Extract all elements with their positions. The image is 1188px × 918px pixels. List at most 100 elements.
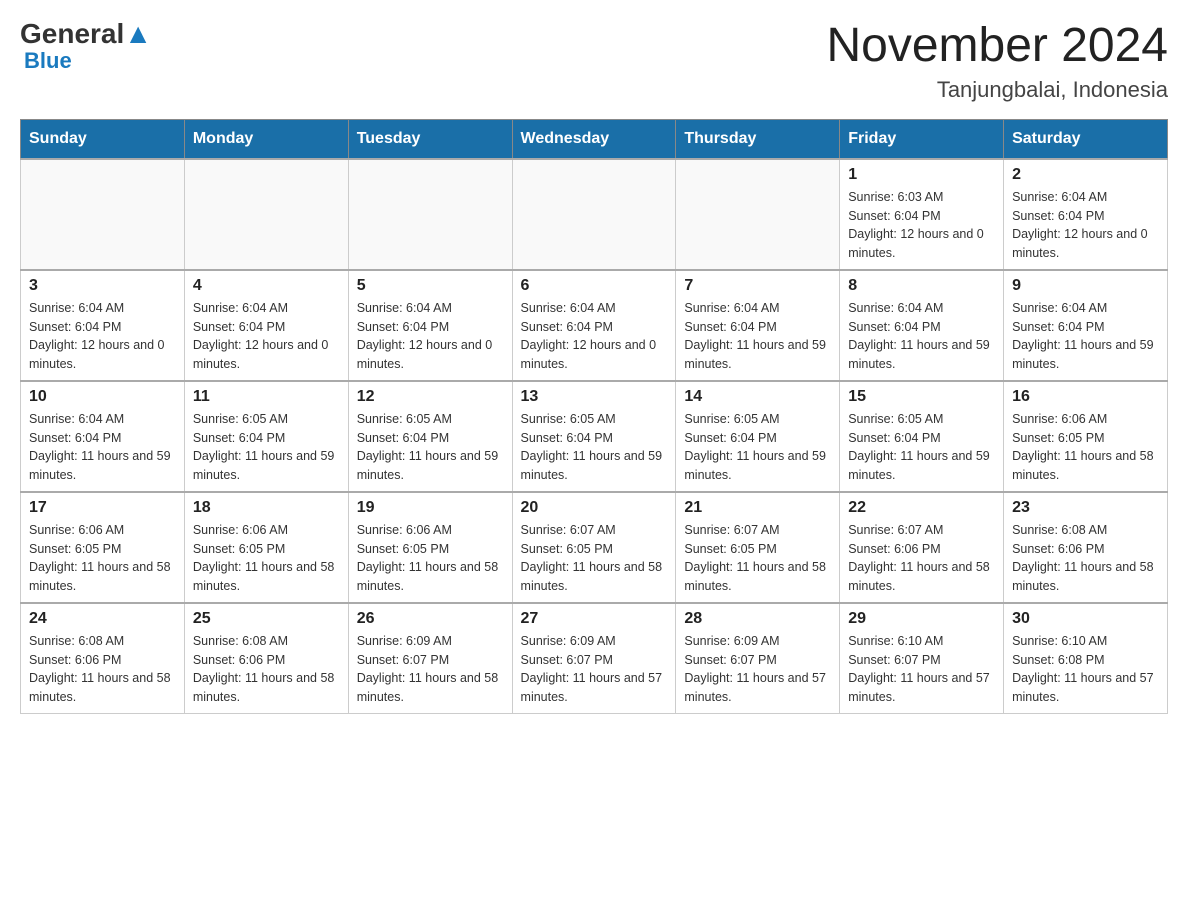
day-number: 30 <box>1012 610 1159 628</box>
calendar-cell <box>676 159 840 270</box>
weekday-header-saturday: Saturday <box>1004 119 1168 159</box>
calendar-cell: 24 Sunrise: 6:08 AMSunset: 6:06 PMDayligh… <box>21 603 185 714</box>
calendar-cell: 14Sunrise: 6:05 AMSunset: 6:04 PMDayligh… <box>676 381 840 492</box>
calendar-cell <box>21 159 185 270</box>
calendar-cell: 26 Sunrise: 6:09 AMSunset: 6:07 PMDayligh… <box>348 603 512 714</box>
calendar-cell: 9 Sunrise: 6:04 AMSunset: 6:04 PMDaylight… <box>1004 270 1168 381</box>
day-number: 19 <box>357 499 504 517</box>
calendar-cell: 25 Sunrise: 6:08 AMSunset: 6:06 PMDayligh… <box>184 603 348 714</box>
day-info: Sunrise: 6:06 AMSunset: 6:05 PMDaylight:… <box>193 521 340 596</box>
weekday-header-wednesday: Wednesday <box>512 119 676 159</box>
calendar-cell: 4 Sunrise: 6:04 AMSunset: 6:04 PMDaylight… <box>184 270 348 381</box>
logo-blue-text: Blue <box>24 48 72 74</box>
day-number: 26 <box>357 610 504 628</box>
calendar-cell <box>348 159 512 270</box>
location: Tanjungbalai, Indonesia <box>826 77 1168 103</box>
day-info: Sunrise: 6:06 AMSunset: 6:05 PMDaylight:… <box>29 521 176 596</box>
calendar-table: SundayMondayTuesdayWednesdayThursdayFrid… <box>20 119 1168 714</box>
calendar-cell: 30 Sunrise: 6:10 AMSunset: 6:08 PMDayligh… <box>1004 603 1168 714</box>
calendar-cell: 17 Sunrise: 6:06 AMSunset: 6:05 PMDayligh… <box>21 492 185 603</box>
day-info: Sunrise: 6:05 AMSunset: 6:04 PMDaylight:… <box>848 410 995 485</box>
day-info: Sunrise: 6:04 AMSunset: 6:04 PMDaylight:… <box>1012 299 1159 374</box>
day-number: 18 <box>193 499 340 517</box>
calendar-cell: 28 Sunrise: 6:09 AMSunset: 6:07 PMDayligh… <box>676 603 840 714</box>
calendar-cell <box>184 159 348 270</box>
day-number: 13 <box>521 388 668 406</box>
logo-general-text: General▲ <box>20 20 152 48</box>
calendar-cell: 8 Sunrise: 6:04 AMSunset: 6:04 PMDaylight… <box>840 270 1004 381</box>
day-number: 11 <box>193 388 340 406</box>
weekday-header-monday: Monday <box>184 119 348 159</box>
calendar-cell: 22 Sunrise: 6:07 AMSunset: 6:06 PMDayligh… <box>840 492 1004 603</box>
day-info: Sunrise: 6:05 AMSunset: 6:04 PMDaylight:… <box>521 410 668 485</box>
day-number: 7 <box>684 277 831 295</box>
day-number: 9 <box>1012 277 1159 295</box>
calendar-cell: 16Sunrise: 6:06 AMSunset: 6:05 PMDayligh… <box>1004 381 1168 492</box>
day-number: 24 <box>29 610 176 628</box>
day-number: 10 <box>29 388 176 406</box>
day-info: Sunrise: 6:04 AMSunset: 6:04 PMDaylight:… <box>29 299 176 374</box>
calendar-cell: 21Sunrise: 6:07 AMSunset: 6:05 PMDayligh… <box>676 492 840 603</box>
calendar-cell: 27 Sunrise: 6:09 AMSunset: 6:07 PMDayligh… <box>512 603 676 714</box>
day-number: 28 <box>684 610 831 628</box>
day-info: Sunrise: 6:10 AMSunset: 6:07 PMDaylight:… <box>848 632 995 707</box>
day-number: 8 <box>848 277 995 295</box>
calendar-cell: 29 Sunrise: 6:10 AMSunset: 6:07 PMDayligh… <box>840 603 1004 714</box>
day-number: 14 <box>684 388 831 406</box>
day-info: Sunrise: 6:08 AMSunset: 6:06 PMDaylight:… <box>29 632 176 707</box>
calendar-week-5: 24 Sunrise: 6:08 AMSunset: 6:06 PMDayligh… <box>21 603 1168 714</box>
weekday-header-sunday: Sunday <box>21 119 185 159</box>
day-number: 2 <box>1012 166 1159 184</box>
day-number: 25 <box>193 610 340 628</box>
weekday-header-tuesday: Tuesday <box>348 119 512 159</box>
day-number: 27 <box>521 610 668 628</box>
weekday-header-thursday: Thursday <box>676 119 840 159</box>
day-info: Sunrise: 6:09 AMSunset: 6:07 PMDaylight:… <box>684 632 831 707</box>
calendar-cell: 3Sunrise: 6:04 AMSunset: 6:04 PMDaylight… <box>21 270 185 381</box>
day-info: Sunrise: 6:09 AMSunset: 6:07 PMDaylight:… <box>521 632 668 707</box>
calendar-cell: 23 Sunrise: 6:08 AMSunset: 6:06 PMDayligh… <box>1004 492 1168 603</box>
day-info: Sunrise: 6:04 AMSunset: 6:04 PMDaylight:… <box>357 299 504 374</box>
calendar-cell: 20Sunrise: 6:07 AMSunset: 6:05 PMDayligh… <box>512 492 676 603</box>
day-number: 23 <box>1012 499 1159 517</box>
calendar-week-4: 17 Sunrise: 6:06 AMSunset: 6:05 PMDayligh… <box>21 492 1168 603</box>
day-info: Sunrise: 6:05 AMSunset: 6:04 PMDaylight:… <box>357 410 504 485</box>
day-number: 1 <box>848 166 995 184</box>
calendar-cell: 11Sunrise: 6:05 AMSunset: 6:04 PMDayligh… <box>184 381 348 492</box>
day-info: Sunrise: 6:10 AMSunset: 6:08 PMDaylight:… <box>1012 632 1159 707</box>
day-info: Sunrise: 6:07 AMSunset: 6:06 PMDaylight:… <box>848 521 995 596</box>
day-info: Sunrise: 6:08 AMSunset: 6:06 PMDaylight:… <box>1012 521 1159 596</box>
calendar-header-row: SundayMondayTuesdayWednesdayThursdayFrid… <box>21 119 1168 159</box>
day-info: Sunrise: 6:04 AMSunset: 6:04 PMDaylight:… <box>521 299 668 374</box>
day-number: 29 <box>848 610 995 628</box>
day-number: 15 <box>848 388 995 406</box>
day-number: 16 <box>1012 388 1159 406</box>
day-number: 4 <box>193 277 340 295</box>
calendar-cell: 5 Sunrise: 6:04 AMSunset: 6:04 PMDaylight… <box>348 270 512 381</box>
day-number: 22 <box>848 499 995 517</box>
day-info: Sunrise: 6:04 AMSunset: 6:04 PMDaylight:… <box>848 299 995 374</box>
calendar-cell <box>512 159 676 270</box>
title-section: November 2024 Tanjungbalai, Indonesia <box>826 20 1168 103</box>
logo-arrow-icon: ▲ <box>124 18 152 49</box>
day-info: Sunrise: 6:04 AMSunset: 6:04 PMDaylight:… <box>684 299 831 374</box>
weekday-header-friday: Friday <box>840 119 1004 159</box>
day-number: 17 <box>29 499 176 517</box>
day-number: 20 <box>521 499 668 517</box>
calendar-week-3: 10Sunrise: 6:04 AMSunset: 6:04 PMDayligh… <box>21 381 1168 492</box>
month-title: November 2024 <box>826 20 1168 73</box>
day-info: Sunrise: 6:08 AMSunset: 6:06 PMDaylight:… <box>193 632 340 707</box>
page-header: General▲ Blue November 2024 Tanjungbalai… <box>20 20 1168 103</box>
calendar-week-2: 3Sunrise: 6:04 AMSunset: 6:04 PMDaylight… <box>21 270 1168 381</box>
calendar-cell: 6 Sunrise: 6:04 AMSunset: 6:04 PMDaylight… <box>512 270 676 381</box>
calendar-cell: 19 Sunrise: 6:06 AMSunset: 6:05 PMDayligh… <box>348 492 512 603</box>
calendar-cell: 2Sunrise: 6:04 AMSunset: 6:04 PMDaylight… <box>1004 159 1168 270</box>
day-info: Sunrise: 6:03 AMSunset: 6:04 PMDaylight:… <box>848 188 995 263</box>
day-info: Sunrise: 6:06 AMSunset: 6:05 PMDaylight:… <box>357 521 504 596</box>
calendar-cell: 1 Sunrise: 6:03 AMSunset: 6:04 PMDaylight… <box>840 159 1004 270</box>
day-number: 5 <box>357 277 504 295</box>
day-info: Sunrise: 6:09 AMSunset: 6:07 PMDaylight:… <box>357 632 504 707</box>
day-info: Sunrise: 6:04 AMSunset: 6:04 PMDaylight:… <box>193 299 340 374</box>
calendar-cell: 10Sunrise: 6:04 AMSunset: 6:04 PMDayligh… <box>21 381 185 492</box>
day-number: 6 <box>521 277 668 295</box>
